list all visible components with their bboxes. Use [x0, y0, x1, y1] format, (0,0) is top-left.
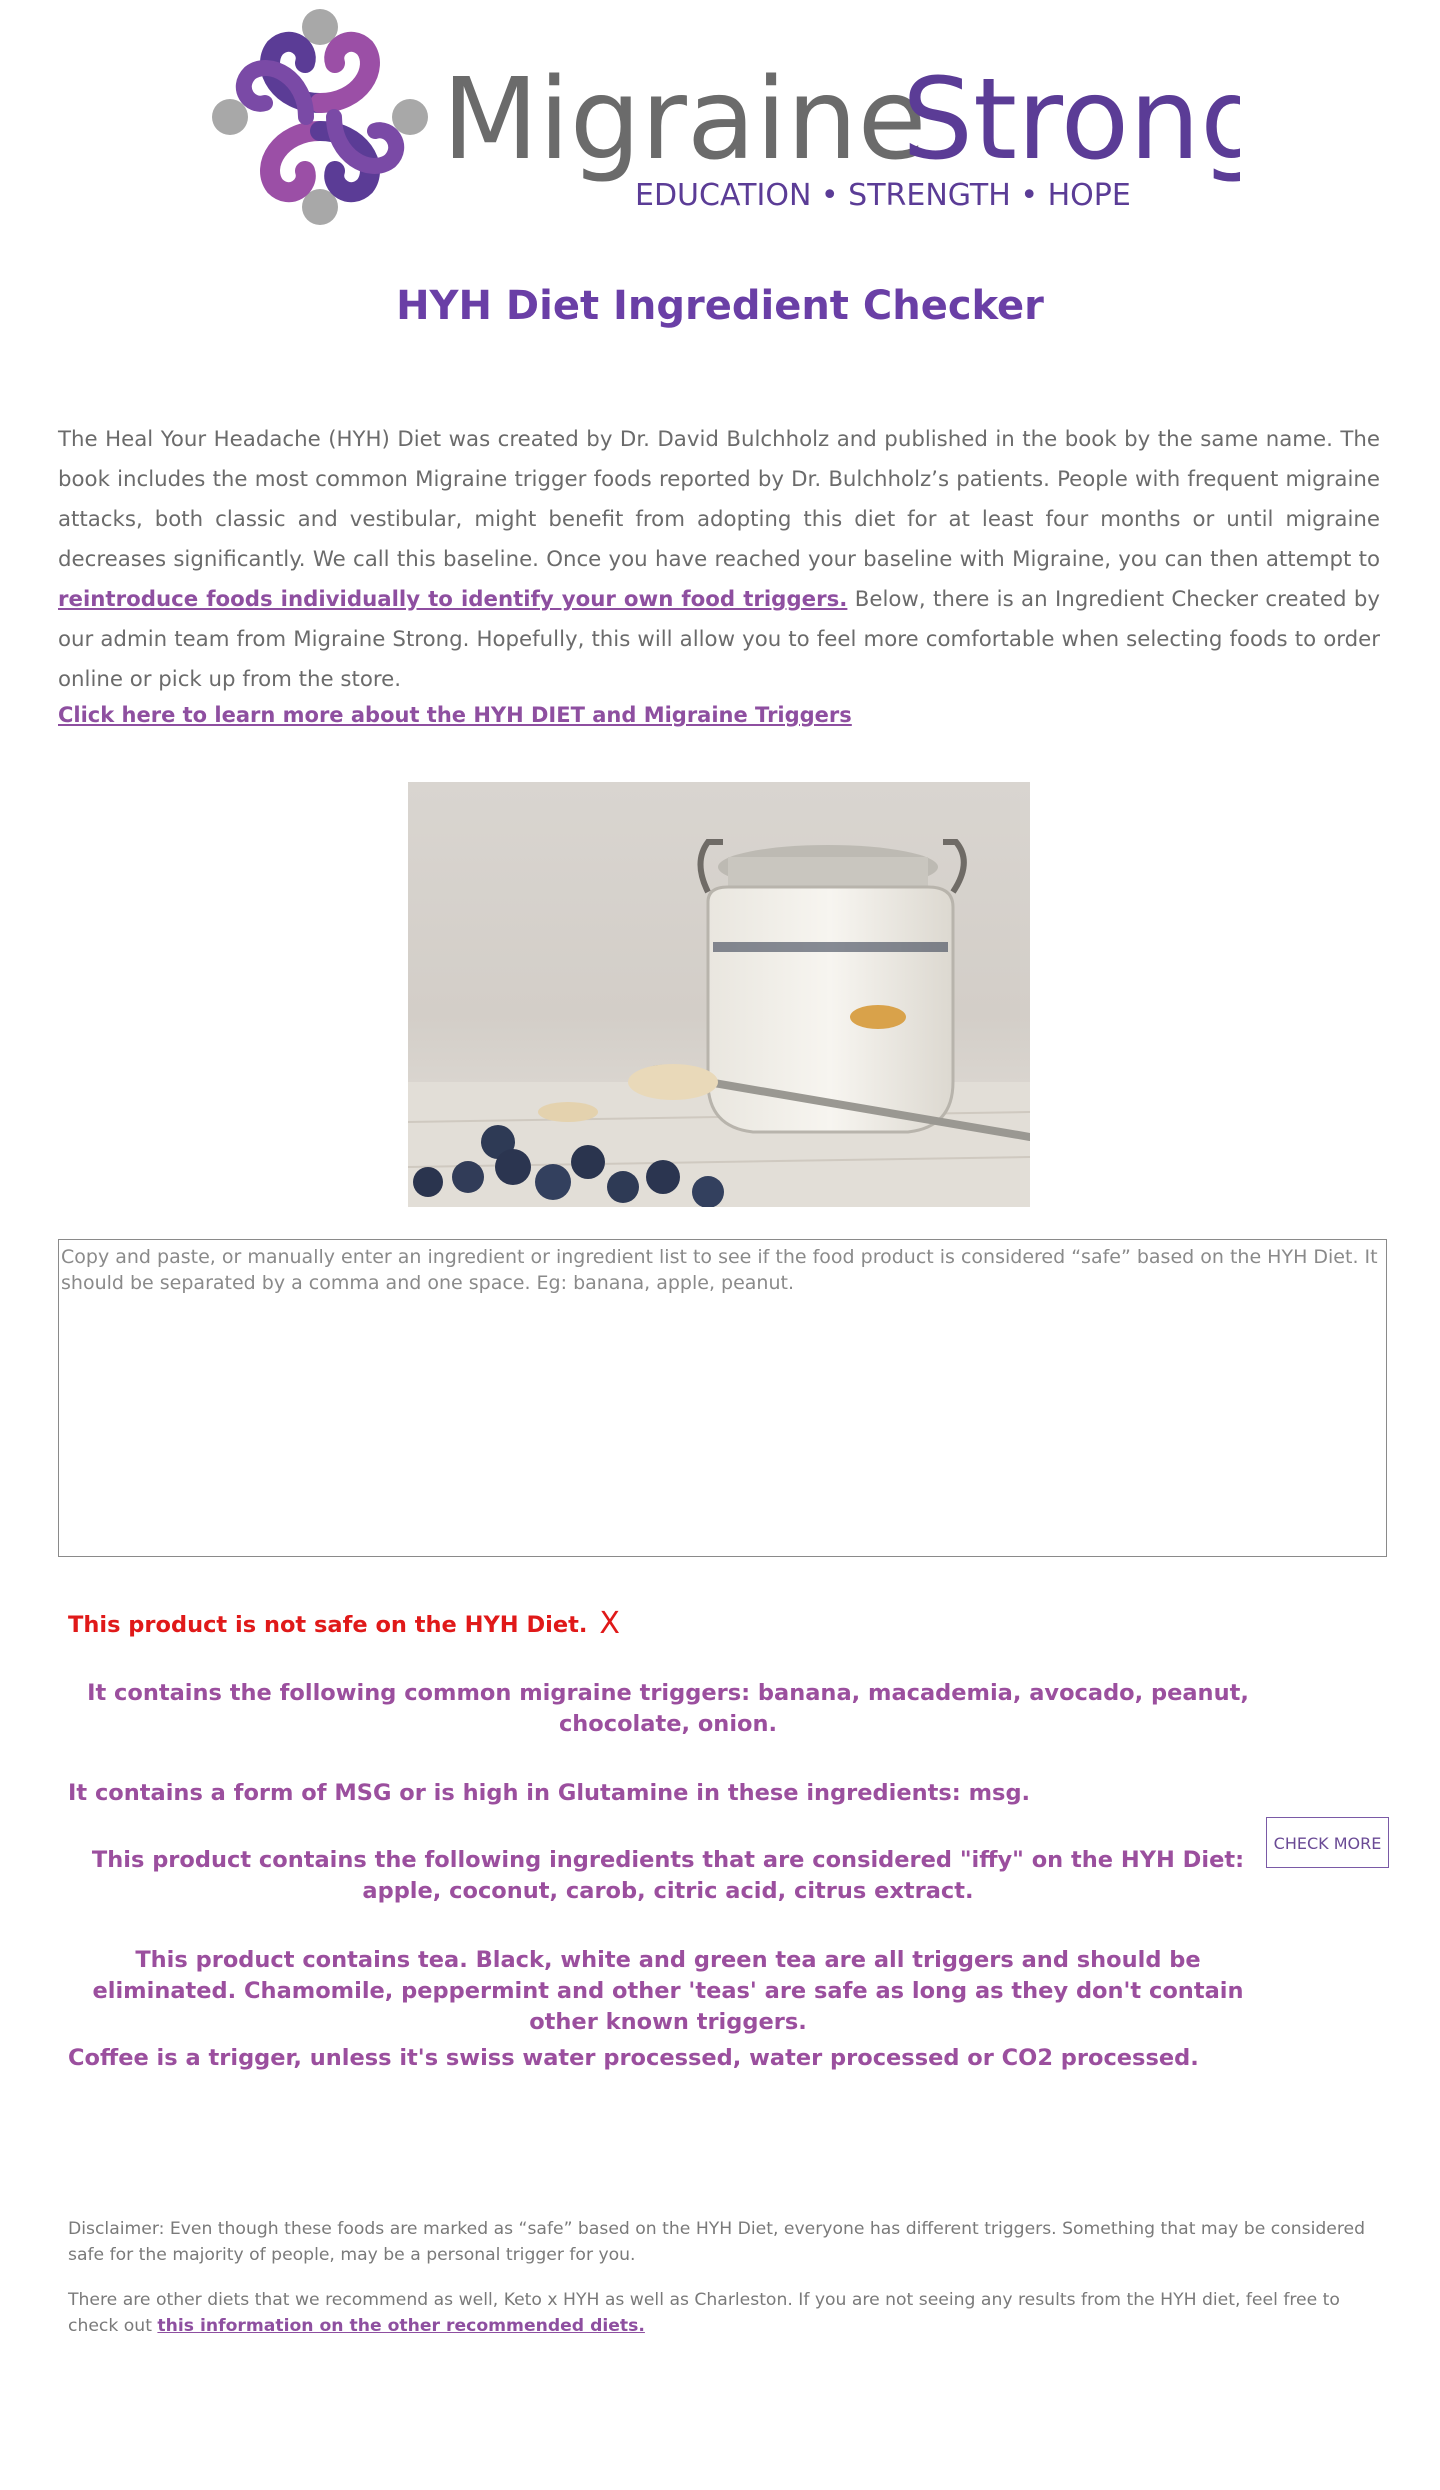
migraine-strong-logo[interactable]: Migraine Strong EDUCATION • STRENGTH • H…: [210, 8, 1271, 233]
learn-more-link[interactable]: Click here to learn more about the HYH D…: [58, 703, 852, 727]
other-diets-link[interactable]: this information on the other recommende…: [157, 2316, 645, 2336]
logo-brand-second: Strong: [902, 55, 1240, 185]
intro-paragraph: The Heal Your Headache (HYH) Diet was cr…: [58, 420, 1380, 700]
page-title: HYH Diet Ingredient Checker: [396, 283, 1044, 329]
unsafe-result-text: This product is not safe on the HYH Diet…: [68, 1612, 588, 1638]
msg-result: It contains a form of MSG or is high in …: [68, 1780, 1031, 1806]
other-diets-text: There are other diets that we recommend …: [68, 2287, 1390, 2339]
disclaimer-text: Disclaimer: Even though these foods are …: [68, 2219, 1366, 2265]
iffy-result: This product contains the following ingr…: [91, 1847, 1245, 1904]
overnight-oats-photo: [408, 782, 1030, 1207]
close-x-icon: X: [599, 1606, 620, 1641]
logo-emblem-icon: [212, 9, 428, 225]
check-more-button[interactable]: CHECK MORE: [1266, 1817, 1389, 1868]
unsafe-result: This product is not safe on the HYH Diet…: [68, 1606, 620, 1641]
ingredient-input[interactable]: [58, 1239, 1387, 1557]
tea-result: This product contains tea. Black, white …: [92, 1947, 1244, 2035]
logo-brand-first: Migraine: [442, 55, 927, 185]
reintroduce-foods-link[interactable]: reintroduce foods individually to identi…: [58, 587, 847, 612]
coffee-result: Coffee is a trigger, unless it's swiss w…: [68, 2045, 1199, 2071]
common-triggers-result: It contains the following common migrain…: [87, 1680, 1249, 1737]
intro-text-before: The Heal Your Headache (HYH) Diet was cr…: [58, 427, 1380, 572]
logo-tagline: EDUCATION • STRENGTH • HOPE: [635, 178, 1131, 213]
